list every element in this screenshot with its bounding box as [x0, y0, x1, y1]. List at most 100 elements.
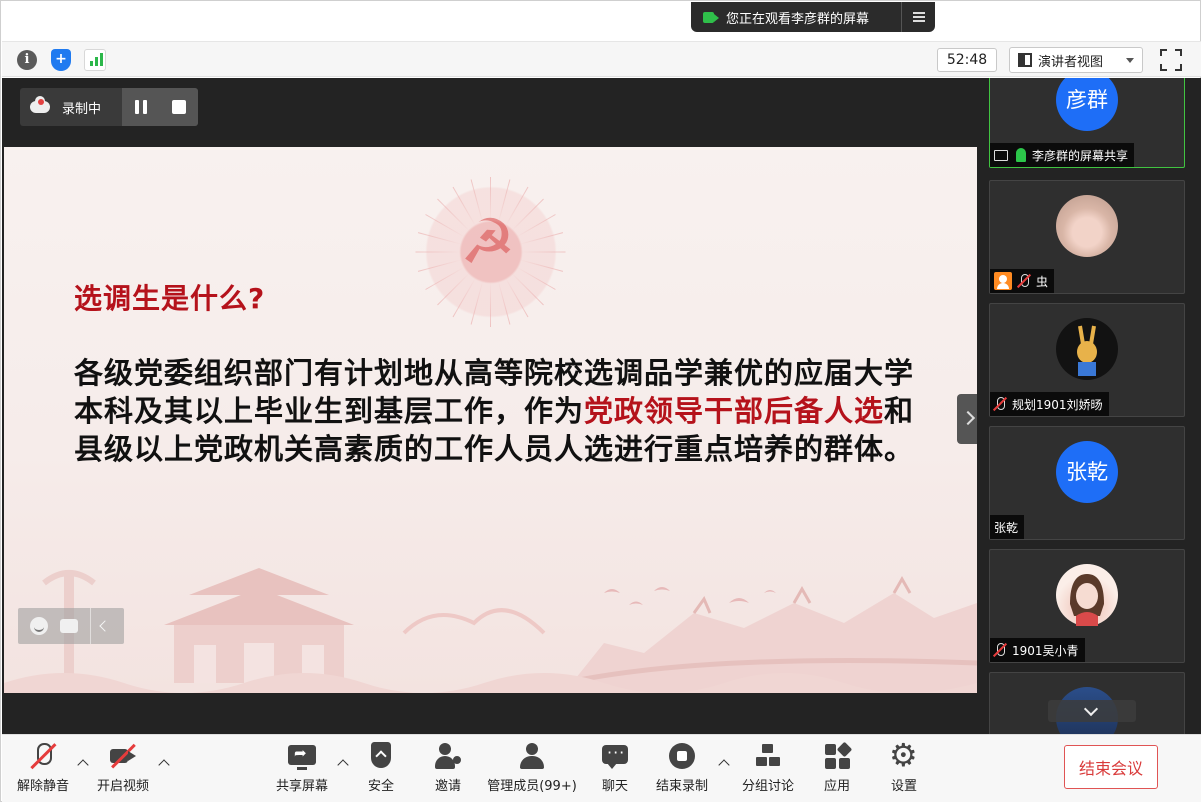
camera-icon [703, 11, 719, 23]
participant-name: 虫 [1036, 274, 1049, 289]
view-mode-select[interactable]: 演讲者视图 [1009, 47, 1143, 73]
participant-tile[interactable]: 规划1901刘娇旸 [989, 303, 1185, 417]
slide-body: 各级党委组织部门有计划地从高等院校选调品学兼优的应届大学本科及其以上毕业生到基层… [74, 354, 924, 468]
avatar [1056, 195, 1118, 257]
avatar [1056, 318, 1118, 380]
chevron-down-icon [1126, 57, 1134, 63]
mic-on-icon [1016, 148, 1026, 162]
chat-button[interactable]: 聊天 [592, 741, 638, 797]
avatar: 彦群 [1056, 78, 1118, 131]
share-screen-button[interactable]: 共享屏幕 [274, 741, 330, 797]
chat-label: 聊天 [601, 779, 628, 794]
participant-name: 李彦群的屏幕共享 [1032, 148, 1129, 163]
participant-name: 规划1901刘娇旸 [1012, 397, 1103, 412]
unmute-label: 解除静音 [16, 779, 69, 794]
breakout-rooms-icon [753, 741, 783, 771]
meeting-window: 您正在观看李彦群的屏幕 i + 52:48 演讲者视图 录制中 ☭ 选调生是什么… [0, 0, 1201, 802]
participant-tile[interactable]: 虫 [989, 180, 1185, 294]
recording-bar: 录制中 [20, 88, 198, 126]
meeting-toolbar: 解除静音 开启视频 共享屏幕 安全 邀请 管理成员(99+) 聊天 [2, 734, 1201, 802]
participant-name-tag: 1901吴小青 [990, 638, 1085, 662]
presentation-slide: 选调生是什么? 各级党委组织部门有计划地从高等院校选调品学兼优的应届大学本科及其… [4, 147, 977, 693]
participant-video-list: 彦群 李彦群的屏幕共享 虫 规划1901刘娇旸 张乾 张乾 1901吴小青 [977, 78, 1201, 734]
share-screen-icon [287, 741, 317, 771]
start-video-label: 开启视频 [96, 779, 149, 794]
screen-share-icon [994, 149, 1008, 161]
cloud-record-icon [30, 96, 50, 113]
participant-tile[interactable]: 张乾 张乾 [989, 426, 1185, 540]
party-emblem-watermark [415, 177, 566, 327]
avatar [1056, 564, 1118, 626]
apps-button[interactable]: 应用 [814, 741, 860, 797]
stop-recording-toolbar-button[interactable]: 结束录制 [654, 741, 710, 797]
speaker-view-icon [1018, 53, 1032, 67]
mic-muted-icon [994, 397, 1006, 411]
stop-recording-button[interactable] [160, 88, 198, 126]
host-person-icon [994, 272, 1012, 290]
video-options-chevron-icon[interactable] [158, 759, 170, 771]
participant-name-tag: 虫 [990, 269, 1055, 293]
invite-user-icon [433, 741, 463, 771]
video-off-icon [108, 741, 138, 771]
invite-label: 邀请 [434, 779, 461, 794]
recording-label: 录制中 [62, 101, 102, 117]
breakout-rooms-label: 分组讨论 [741, 779, 794, 794]
view-mode-label: 演讲者视图 [1038, 54, 1104, 70]
apps-label: 应用 [823, 779, 850, 794]
fullscreen-icon[interactable] [1160, 49, 1182, 71]
unmute-button[interactable]: 解除静音 [15, 741, 71, 797]
meeting-info-bar: i + 52:48 演讲者视图 [2, 41, 1201, 77]
settings-label: 设置 [890, 779, 917, 794]
apps-icon [822, 741, 853, 771]
participant-name: 张乾 [994, 520, 1019, 535]
collapse-chevron-icon[interactable] [99, 620, 111, 632]
emoji-reaction-icon[interactable] [30, 617, 48, 635]
bullet-chat-icon[interactable] [60, 619, 78, 633]
mic-muted-icon [1018, 274, 1030, 288]
participant-tile[interactable]: 1901吴小青 [989, 549, 1185, 663]
chat-icon [600, 741, 630, 771]
participant-tile[interactable]: 彦群 李彦群的屏幕共享 [989, 78, 1185, 168]
mic-muted-icon [994, 643, 1006, 657]
security-button[interactable]: 安全 [358, 741, 404, 797]
meeting-timer: 52:48 [937, 48, 997, 72]
menu-icon [912, 12, 925, 22]
viewing-screen-banner: 您正在观看李彦群的屏幕 [691, 2, 935, 32]
share-screen-label: 共享屏幕 [275, 779, 328, 794]
record-options-chevron-icon[interactable] [718, 759, 730, 771]
end-meeting-button[interactable]: 结束会议 [1064, 745, 1158, 789]
breakout-rooms-button[interactable]: 分组讨论 [740, 741, 796, 797]
decorative-landmark-background [4, 568, 977, 693]
participant-name-tag: 张乾 [990, 515, 1025, 539]
participant-name-tag: 李彦群的屏幕共享 [990, 143, 1135, 167]
manage-members-button[interactable]: 管理成员(99+) [486, 741, 578, 797]
slide-title: 选调生是什么? [74, 282, 266, 315]
start-video-button[interactable]: 开启视频 [95, 741, 151, 797]
scroll-down-button[interactable] [1048, 700, 1136, 722]
security-shield-icon [366, 741, 396, 771]
stop-record-icon [667, 741, 697, 771]
info-icon[interactable]: i [17, 50, 37, 70]
recording-controls [122, 88, 198, 126]
banner-menu-button[interactable] [901, 2, 935, 32]
invite-button[interactable]: 邀请 [425, 741, 471, 797]
avatar: 张乾 [1056, 441, 1118, 503]
stop-recording-label: 结束录制 [655, 779, 708, 794]
audio-options-chevron-icon[interactable] [77, 759, 89, 771]
gear-icon [889, 736, 919, 774]
slide-body-highlight: 党政领导干部后备人选 [584, 394, 885, 428]
pause-recording-button[interactable] [122, 88, 160, 126]
settings-button[interactable]: 设置 [881, 736, 927, 797]
share-options-chevron-icon[interactable] [337, 759, 349, 771]
divider [90, 608, 91, 644]
mic-muted-icon [28, 741, 58, 771]
manage-members-label: 管理成员(99+) [487, 779, 577, 794]
participant-name: 1901吴小青 [1012, 643, 1079, 658]
members-icon [517, 741, 547, 771]
network-signal-icon[interactable] [84, 49, 106, 71]
encryption-shield-icon[interactable]: + [51, 49, 71, 71]
banner-text: 您正在观看李彦群的屏幕 [726, 11, 870, 27]
reaction-toolbar [18, 608, 124, 644]
security-label: 安全 [367, 779, 394, 794]
participant-name-tag: 规划1901刘娇旸 [990, 392, 1109, 416]
